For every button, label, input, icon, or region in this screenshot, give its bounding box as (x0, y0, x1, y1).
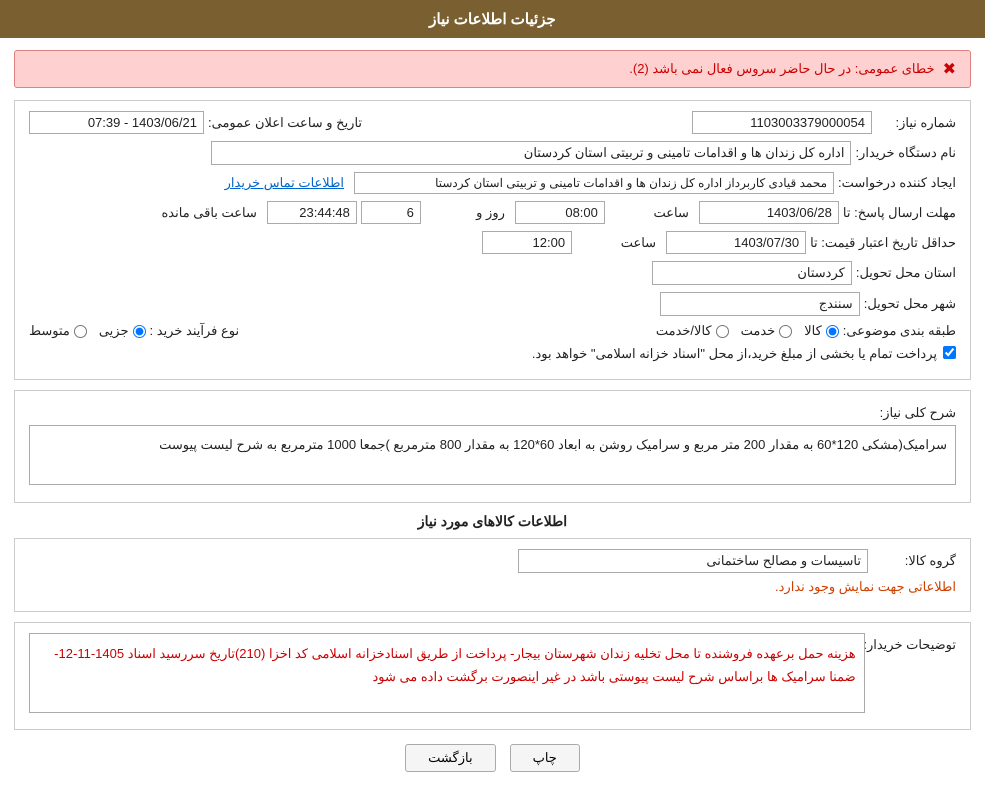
tabaghe-kalakhedmat-radio[interactable] (716, 325, 729, 338)
info-section: شماره نیاز: 1103003379000054 تاریخ و ساع… (14, 100, 971, 380)
no-info-text: اطلاعاتی جهت نمایش وجود ندارد. (29, 579, 956, 595)
namdastgah-label: نام دستگاه خریدار: (855, 145, 956, 161)
tarikh-value: 1403/06/21 - 07:39 (29, 111, 204, 134)
noefar-moutaset[interactable]: متوسط (29, 323, 87, 339)
hedaghal-time: 12:00 (482, 231, 572, 254)
row-shomare: شماره نیاز: 1103003379000054 تاریخ و ساع… (29, 111, 956, 134)
tabaghe-kala-radio[interactable] (826, 325, 839, 338)
page-wrapper: جزئیات اطلاعات نیاز ✖ خطای عمومی: در حال… (0, 0, 985, 796)
row-tosaif: توضیحات خریدار: هزینه حمل برعهده فروشنده… (29, 633, 956, 713)
btn-row: چاپ بازگشت (14, 744, 971, 772)
tosaif-section: توضیحات خریدار: هزینه حمل برعهده فروشنده… (14, 622, 971, 730)
noefar-radio-group: جزیی متوسط (29, 323, 146, 339)
row-mohlat: مهلت ارسال پاسخ: تا 1403/06/28 ساعت 08:0… (29, 201, 956, 224)
tabaghe-label: طبقه بندی موضوعی: (843, 323, 956, 339)
ijad-link[interactable]: اطلاعات تماس خریدار (225, 175, 344, 191)
row-namdastgah: نام دستگاه خریدار: اداره کل زندان ها و ا… (29, 141, 956, 165)
noefar-jozii-label: جزیی (99, 323, 129, 339)
row-gorohkala: گروه کالا: تاسیسات و مصالح ساختمانی (29, 549, 956, 573)
gorohkala-value: تاسیسات و مصالح ساختمانی (518, 549, 868, 573)
namdastgah-value: اداره کل زندان ها و اقدامات تامینی و ترب… (211, 141, 851, 165)
chap-button[interactable]: چاپ (510, 744, 580, 772)
row-ijad: ایجاد کننده درخواست: محمد قیادی کاربرداز… (29, 172, 956, 194)
noefar-label: نوع فرآیند خرید : (150, 323, 240, 339)
tabaghe-khedmat-radio[interactable] (779, 325, 792, 338)
row-pardakht: پرداخت تمام یا بخشی از مبلغ خرید،از محل … (29, 346, 956, 362)
error-bar: ✖ خطای عمومی: در حال حاضر سروس فعال نمی … (14, 50, 971, 88)
error-icon: ✖ (943, 59, 956, 79)
row-ostan: استان محل تحویل: کردستان (29, 261, 956, 285)
bazgasht-button[interactable]: بازگشت (405, 744, 495, 772)
shomare-niaz-label: شماره نیاز: (876, 115, 956, 131)
mohlat-baghimande-label: ساعت باقی مانده (161, 205, 256, 221)
tabaghe-radio-group: کالا خدمت کالا/خدمت (656, 323, 839, 339)
noefar-jozii-radio[interactable] (133, 325, 146, 338)
sharh-label: شرح کلی نیاز: (876, 401, 956, 421)
shomare-niaz-value: 1103003379000054 (692, 111, 872, 134)
mohlat-countdown: 23:44:48 (267, 201, 357, 224)
main-content: شماره نیاز: 1103003379000054 تاریخ و ساع… (0, 100, 985, 796)
kalainfo-title: اطلاعات کالاهای مورد نیاز (14, 513, 971, 530)
hedaghal-label: حداقل تاریخ اعتبار قیمت: تا (810, 235, 956, 251)
tabaghe-kala-label: کالا (804, 323, 822, 339)
row-sharh: شرح کلی نیاز: سرامیک(مشکی 120*60 به مقدا… (29, 401, 956, 485)
pardakht-checkbox[interactable] (943, 346, 956, 359)
row-shahr: شهر محل تحویل: سنندج (29, 292, 956, 316)
mohlat-time: 08:00 (515, 201, 605, 224)
row-hedaghal: حداقل تاریخ اعتبار قیمت: تا 1403/07/30 س… (29, 231, 956, 254)
mohlat-roz-label: روز و (425, 205, 505, 221)
mohlat-date: 1403/06/28 (699, 201, 839, 224)
sharh-section: شرح کلی نیاز: سرامیک(مشکی 120*60 به مقدا… (14, 390, 971, 503)
shahr-label: شهر محل تحویل: (864, 296, 956, 312)
tosaif-value: هزینه حمل برعهده فروشنده تا محل تخلیه زن… (29, 633, 865, 713)
shahr-value: سنندج (660, 292, 860, 316)
ostan-value: کردستان (652, 261, 852, 285)
tabaghe-kalakhedmat[interactable]: کالا/خدمت (656, 323, 729, 339)
ijad-label: ایجاد کننده درخواست: (838, 175, 956, 191)
error-message: خطای عمومی: در حال حاضر سروس فعال نمی با… (629, 61, 934, 77)
pardakht-text: پرداخت تمام یا بخشی از مبلغ خرید،از محل … (532, 346, 937, 362)
row-tabaghe: طبقه بندی موضوعی: کالا خدمت کالا/خدمت (29, 323, 956, 339)
gorohkala-label: گروه کالا: (876, 553, 956, 569)
noefar-jozii[interactable]: جزیی (99, 323, 146, 339)
tosaif-label: توضیحات خریدار: (873, 633, 956, 653)
mohlat-label: مهلت ارسال پاسخ: تا (843, 205, 956, 221)
gorohkala-section: گروه کالا: تاسیسات و مصالح ساختمانی اطلا… (14, 538, 971, 612)
noefar-moutaset-label: متوسط (29, 323, 70, 339)
noefar-moutaset-radio[interactable] (74, 325, 87, 338)
ijad-value: محمد قیادی کاربرداز اداره کل زندان ها و … (354, 172, 834, 194)
tarikh-label: تاریخ و ساعت اعلان عمومی: (208, 115, 362, 131)
hedaghal-time-label: ساعت (576, 235, 656, 251)
hedaghal-date: 1403/07/30 (666, 231, 806, 254)
tabaghe-kala[interactable]: کالا (804, 323, 839, 339)
tabaghe-kalakhedmat-label: کالا/خدمت (656, 323, 712, 339)
page-title: جزئیات اطلاعات نیاز (429, 11, 556, 28)
ostan-label: استان محل تحویل: (856, 265, 956, 281)
page-header: جزئیات اطلاعات نیاز (0, 0, 985, 38)
tabaghe-khedmat[interactable]: خدمت (741, 323, 793, 339)
mohlat-time-label: ساعت (609, 205, 689, 221)
sharh-value: سرامیک(مشکی 120*60 به مقدار 200 متر مربع… (29, 425, 956, 485)
mohlat-roz: 6 (361, 201, 421, 224)
tabaghe-khedmat-label: خدمت (741, 323, 776, 339)
